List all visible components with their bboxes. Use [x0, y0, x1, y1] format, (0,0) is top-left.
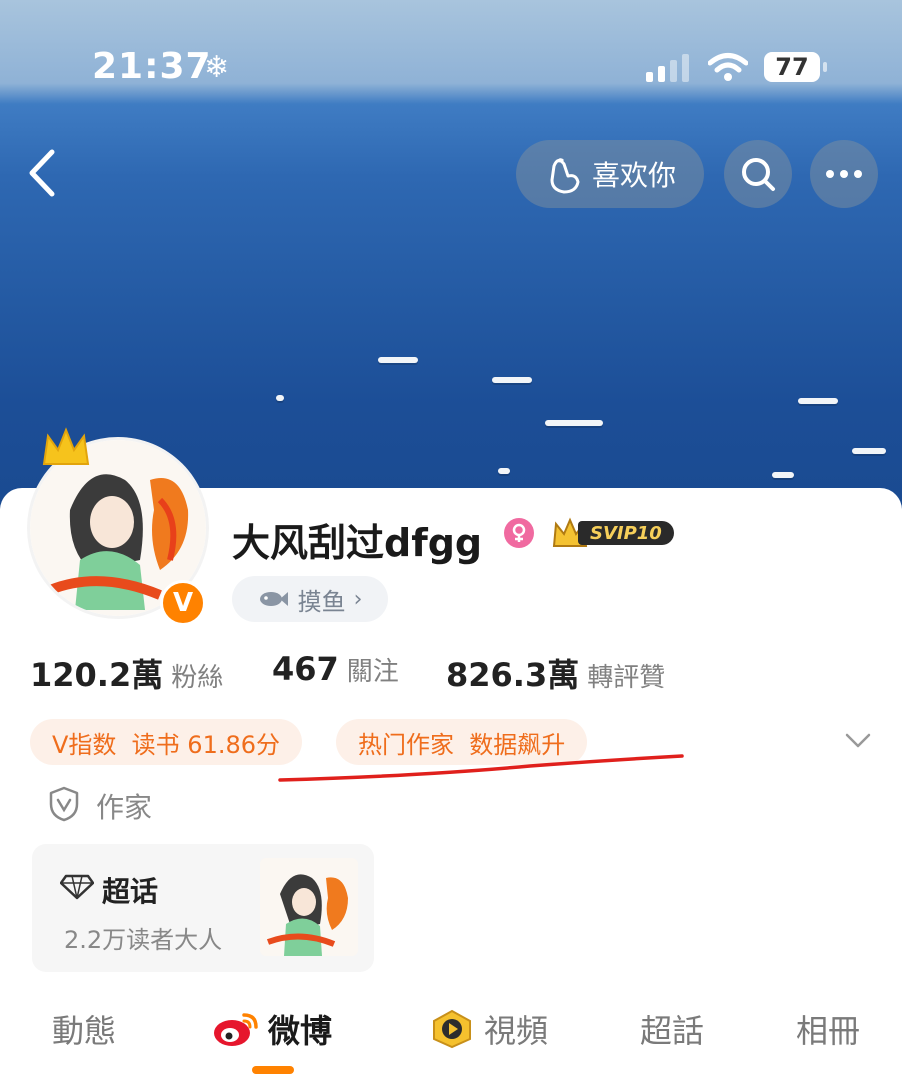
super-topic-subtitle: 2.2万读者大人 [64, 926, 223, 954]
super-topic-title: 超话 [102, 875, 159, 908]
fish-icon [259, 592, 288, 606]
thumbnail-illustration [266, 874, 348, 956]
super-topic-card[interactable]: 超话 2.2万读者大人 [32, 844, 374, 972]
more-button[interactable] [810, 140, 878, 208]
search-icon [742, 158, 775, 191]
super-topic-thumbnail [260, 858, 358, 956]
boat [772, 472, 794, 478]
video-play-icon [433, 1009, 471, 1049]
super-topic-diamond-icon [60, 874, 94, 900]
like-you-label: 喜欢你 [591, 159, 676, 192]
verified-v-badge: V [160, 580, 206, 626]
status-time: 21:37 [92, 46, 212, 87]
boat [798, 398, 838, 404]
tab-weibo[interactable]: 微博 [212, 1006, 332, 1052]
boat [498, 468, 510, 474]
boat [378, 357, 418, 363]
stat-value: 467 [272, 650, 339, 688]
active-tab-indicator [252, 1066, 294, 1074]
tab-label: 微博 [268, 1012, 333, 1050]
boat [852, 448, 886, 454]
red-underline-annotation [278, 754, 684, 782]
boat [276, 395, 284, 401]
tab-label: 動態 [52, 1012, 117, 1050]
stat-label: 轉評贊 [587, 663, 666, 693]
battery-cap [823, 62, 827, 72]
stat-interactions[interactable]: 826.3萬 轉評贊 [446, 650, 665, 696]
chevron-right-icon: › [353, 586, 363, 612]
tab-label: 視頻 [484, 1012, 549, 1050]
tab-video[interactable]: 視頻 [430, 1006, 548, 1052]
svip-label: SVIP10 [590, 523, 662, 544]
signal-icon [646, 54, 689, 82]
search-button[interactable] [724, 140, 792, 208]
stat-following[interactable]: 467 關注 [272, 650, 399, 688]
status-bar: 21:37 ❄ 77 [0, 46, 902, 90]
hobby-tag[interactable]: 摸鱼 › [232, 576, 388, 622]
shield-v-icon [49, 786, 79, 822]
hobby-tag-label: 摸鱼 [297, 587, 346, 616]
stat-value: 826.3萬 [446, 656, 580, 694]
username: 大风刮过dfgg [232, 521, 483, 565]
battery-icon: 77 [764, 52, 820, 82]
tab-super-topic[interactable]: 超話 [640, 1006, 704, 1052]
stat-followers[interactable]: 120.2萬 粉絲 [30, 650, 223, 696]
weibo-logo-icon [214, 1013, 258, 1046]
chevron-left-icon [29, 149, 55, 197]
tab-label: 超話 [640, 1012, 705, 1050]
stat-value: 120.2萬 [30, 656, 164, 694]
wifi-icon [708, 53, 748, 81]
tab-album[interactable]: 相冊 [796, 1006, 860, 1052]
boat [492, 377, 532, 383]
battery-level: 77 [775, 53, 809, 81]
svip-badge[interactable]: SVIP10 [548, 516, 678, 550]
heart-gesture-icon [550, 158, 580, 194]
gender-female-icon [504, 518, 534, 548]
expand-chevron-icon[interactable] [844, 732, 872, 750]
like-you-button[interactable]: 喜欢你 [516, 140, 704, 208]
crown-icon [42, 427, 90, 465]
verified-role: 作家 [96, 791, 153, 824]
tab-label: 相冊 [796, 1012, 861, 1050]
v-index-tag[interactable]: V指数 读书 61.86分 [30, 719, 303, 765]
profile-tabs: 動態 微博 視頻 超話 相冊 [0, 1006, 902, 1066]
snowflake-icon: ❄ [204, 50, 230, 85]
tab-dynamics[interactable]: 動態 [52, 1006, 116, 1052]
stat-label: 關注 [346, 657, 399, 687]
boat [545, 420, 603, 426]
stat-label: 粉絲 [171, 663, 224, 693]
back-button[interactable] [22, 148, 62, 198]
more-icon [826, 170, 862, 178]
